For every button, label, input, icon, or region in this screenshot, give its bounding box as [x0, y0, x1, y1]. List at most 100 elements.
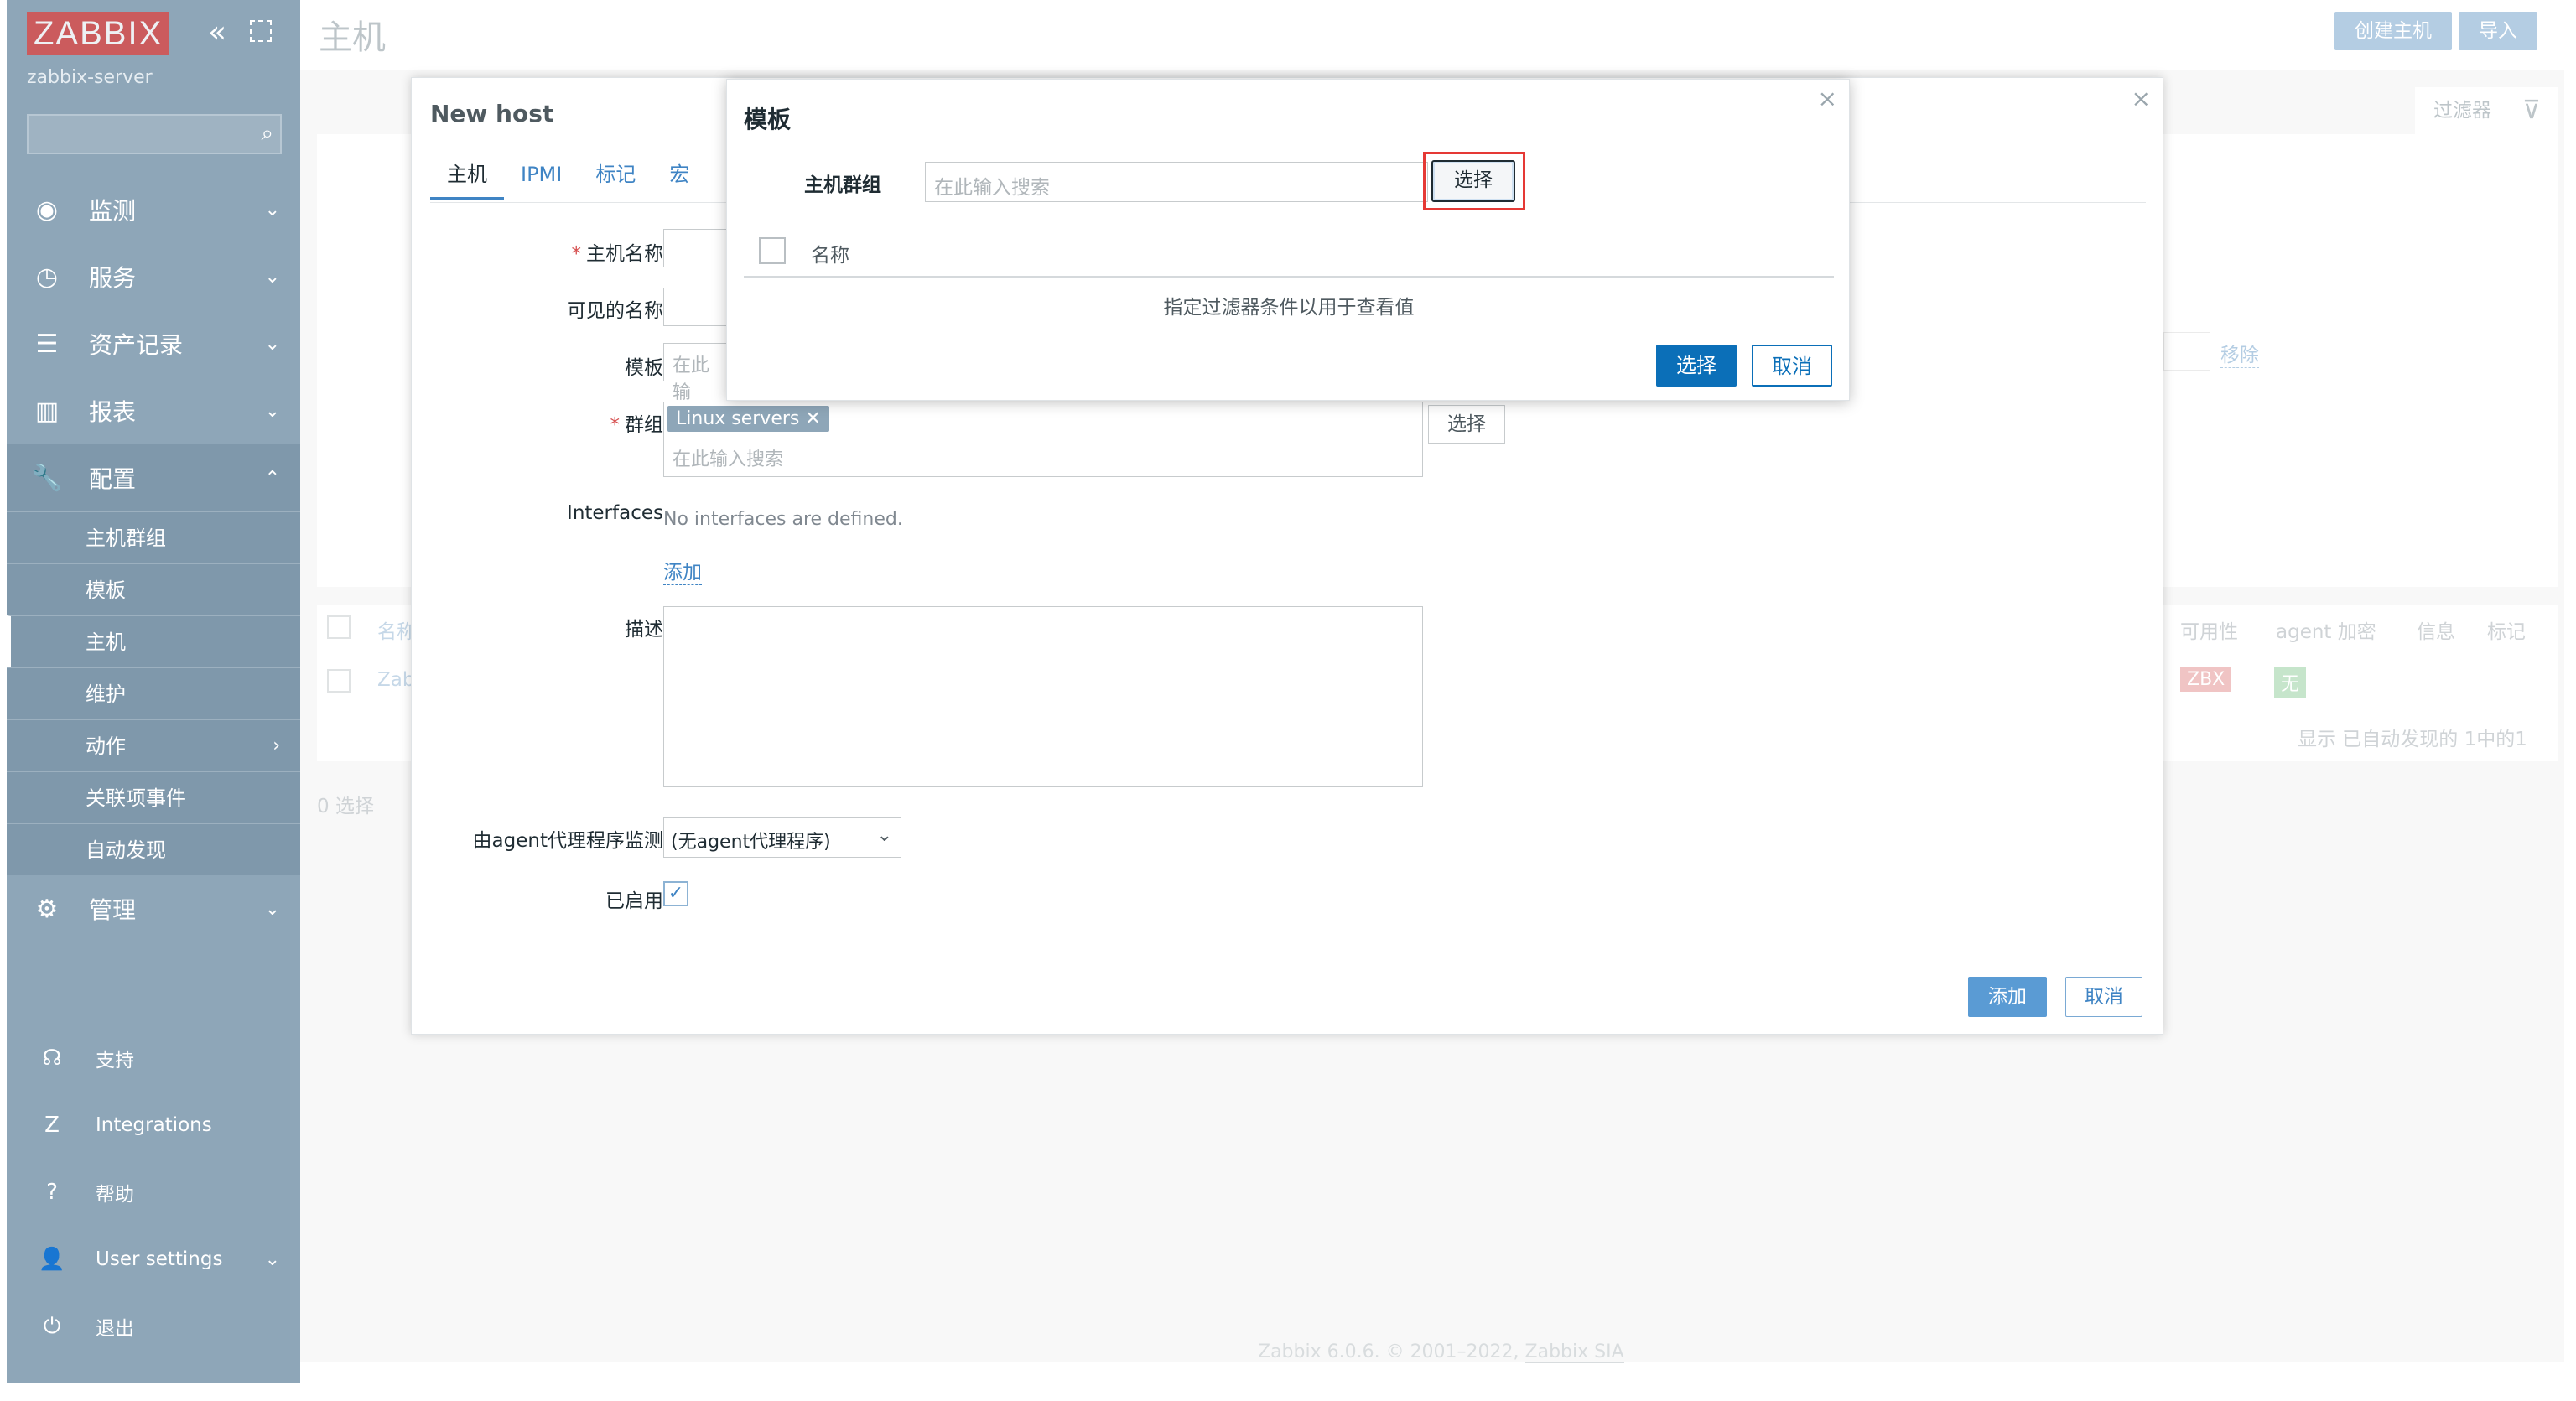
groups-select-button[interactable]: 选择	[1428, 405, 1505, 444]
power-icon: ⏻	[43, 1313, 61, 1339]
dialog-title: 模板	[744, 106, 792, 133]
configuration-submenu: 主机群组 模板 主机 维护 动作 › 关联项事件 自动发现	[7, 511, 300, 875]
templates-input[interactable]: 在此输	[663, 343, 730, 403]
tab-ipmi[interactable]: IPMI	[504, 162, 579, 200]
description-textarea[interactable]	[663, 606, 1423, 787]
tab-tags[interactable]: 标记	[579, 162, 652, 200]
submenu-item-templates[interactable]: 模板	[7, 563, 300, 615]
sidebar-item-label: 报表	[89, 398, 137, 426]
group-chip-label: Linux servers	[676, 408, 800, 429]
sidebar-item-support[interactable]: ☊ 支持	[7, 1025, 300, 1092]
z-icon: Z	[44, 1113, 60, 1138]
submenu-item-hosts[interactable]: 主机	[7, 615, 300, 667]
remove-chip-icon[interactable]: ✕	[805, 408, 820, 429]
template-select-dialog: 模板 × 主机群组 在此输入搜索 选择 名称 指定过滤器条件以用于查看值 选择 …	[726, 79, 1850, 401]
submenu-item-event-correlation[interactable]: 关联项事件	[7, 771, 300, 823]
cancel-button[interactable]: 取消	[1752, 345, 1832, 387]
dialog-title: New host	[430, 100, 554, 127]
chevron-down-icon: ⌄	[264, 1248, 280, 1270]
proxy-select-value: (无agent代理程序)	[671, 832, 831, 853]
sidebar-item-help[interactable]: ? 帮助	[7, 1159, 300, 1226]
collapse-sidebar-icon[interactable]: «	[208, 15, 226, 49]
groups-label-text: 群组	[625, 414, 663, 436]
sidebar-item-label: 退出	[96, 1318, 134, 1340]
visible-name-input[interactable]	[663, 288, 730, 326]
host-name-input[interactable]	[663, 229, 730, 267]
groups-multiselect[interactable]: Linux servers ✕ 在此输入搜索	[663, 402, 1423, 477]
sidebar-item-label: Integrations	[96, 1114, 212, 1136]
submenu-item-discovery[interactable]: 自动发现	[7, 823, 300, 875]
host-group-label: 主机群组	[804, 174, 881, 196]
tab-host[interactable]: 主机	[430, 162, 504, 200]
group-chip-linux-servers[interactable]: Linux servers ✕	[667, 406, 829, 432]
clock-icon: ◷	[35, 262, 59, 292]
confirm-select-button[interactable]: 选择	[1656, 345, 1737, 387]
chevron-up-icon: ⌃	[264, 467, 280, 489]
add-interface-link[interactable]: 添加	[663, 556, 702, 585]
sidebar-search-input[interactable]: ⌕	[27, 114, 282, 154]
sidebar-item-label: 帮助	[96, 1184, 134, 1206]
sidebar-item-inventory[interactable]: ☰ 资产记录 ⌄	[7, 310, 300, 377]
sidebar-item-services[interactable]: ◷ 服务 ⌄	[7, 243, 300, 310]
chevron-right-icon: ›	[273, 735, 280, 756]
sidebar-item-sign-out[interactable]: ⏻ 退出	[7, 1293, 300, 1360]
chevron-down-icon: ⌄	[264, 266, 280, 288]
chevron-down-icon: ⌄	[264, 898, 280, 920]
select-all-checkbox[interactable]	[759, 237, 786, 264]
submenu-item-actions[interactable]: 动作 ›	[7, 719, 300, 771]
list-icon: ☰	[35, 329, 59, 359]
sidebar-item-label: 监测	[89, 197, 137, 225]
empty-state-text: 指定过滤器条件以用于查看值	[1163, 297, 1415, 319]
templates-label: 模板	[625, 357, 663, 379]
visible-name-label: 可见的名称	[567, 300, 663, 322]
chevron-down-icon: ⌄	[264, 199, 280, 221]
required-marker: *	[610, 414, 621, 436]
eye-icon: ◉	[35, 195, 59, 225]
enabled-checkbox[interactable]: ✓	[663, 881, 688, 906]
chevron-down-icon: ⌄	[876, 825, 892, 846]
kiosk-mode-icon[interactable]	[250, 20, 272, 42]
user-icon: 👤	[38, 1247, 66, 1272]
close-icon[interactable]: ×	[1818, 85, 1837, 112]
cancel-button[interactable]: 取消	[2065, 977, 2142, 1017]
submenu-item-label: 动作	[86, 734, 126, 758]
interfaces-label: Interfaces	[567, 502, 663, 524]
sidebar-item-label: 支持	[96, 1050, 134, 1072]
bar-chart-icon: ▥	[34, 396, 60, 426]
search-icon[interactable]: ⌕	[261, 121, 273, 147]
sidebar-item-administration[interactable]: ⚙ 管理 ⌄	[7, 875, 300, 942]
sidebar-item-integrations[interactable]: Z Integrations	[7, 1092, 300, 1159]
tab-macros[interactable]: 宏	[652, 162, 706, 200]
host-name-label: * 主机名称	[412, 237, 664, 266]
add-button[interactable]: 添加	[1968, 977, 2047, 1017]
enabled-label: 已启用	[605, 890, 663, 912]
proxy-select[interactable]: (无agent代理程序) ⌄	[663, 817, 901, 858]
sidebar-item-reports[interactable]: ▥ 报表 ⌄	[7, 377, 300, 444]
close-icon[interactable]: ×	[2132, 85, 2151, 112]
submenu-item-host-groups[interactable]: 主机群组	[7, 511, 300, 563]
sidebar-item-label: 资产记录	[89, 331, 184, 359]
host-group-select-button[interactable]: 选择	[1431, 160, 1515, 202]
column-header-name[interactable]: 名称	[811, 239, 849, 267]
proxy-label: 由agent代理程序监测	[472, 830, 663, 852]
dialog-tabs: 主机 IPMI 标记 宏	[430, 162, 706, 200]
sidebar: ZABBIX « zabbix-server ⌕ ◉ 监测 ⌄ ◷ 服务 ⌄ ☰…	[7, 0, 300, 1383]
table-divider	[744, 276, 1834, 278]
sidebar-item-monitoring[interactable]: ◉ 监测 ⌄	[7, 176, 300, 243]
required-marker: *	[571, 243, 582, 265]
wrench-icon: 🔧	[31, 463, 63, 493]
chevron-down-icon: ⌄	[264, 333, 280, 355]
host-group-search-input[interactable]: 在此输入搜索	[925, 162, 1428, 202]
no-interfaces-text: No interfaces are defined.	[663, 509, 903, 530]
zabbix-logo[interactable]: ZABBIX	[27, 12, 170, 55]
submenu-item-maintenance[interactable]: 维护	[7, 667, 300, 719]
sidebar-item-label: 服务	[89, 264, 137, 292]
groups-label: * 群组	[412, 408, 664, 437]
sidebar-item-configuration[interactable]: 🔧 配置 ⌃	[7, 444, 300, 511]
chevron-down-icon: ⌄	[264, 400, 280, 422]
sidebar-item-user-settings[interactable]: 👤 User settings ⌄	[7, 1226, 300, 1293]
app-frame: ZABBIX « zabbix-server ⌕ ◉ 监测 ⌄ ◷ 服务 ⌄ ☰…	[0, 0, 2576, 1401]
server-name: zabbix-server	[27, 67, 153, 88]
groups-placeholder: 在此输入搜索	[673, 449, 784, 470]
question-icon: ?	[46, 1180, 58, 1205]
